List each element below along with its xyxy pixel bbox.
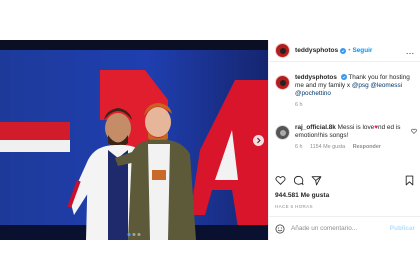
post-photo[interactable] xyxy=(0,40,268,240)
comment-icon[interactable] xyxy=(293,175,304,186)
reply-button[interactable]: Responder xyxy=(353,144,381,150)
photo-image xyxy=(0,40,268,240)
post-timestamp: HACE 6 HORAS xyxy=(275,204,313,209)
emoji-icon[interactable] xyxy=(275,224,285,234)
bookmark-icon[interactable] xyxy=(404,175,415,186)
add-comment-bar: Publicar xyxy=(269,216,420,240)
comment-username[interactable]: raj_official.8k xyxy=(295,124,336,131)
comment-text: Messi is love xyxy=(337,124,375,131)
username-link[interactable]: teddysphotos xyxy=(295,47,338,54)
like-icon[interactable] xyxy=(275,175,286,186)
comment: raj_official.8k Messi is love♥nd ed is e… xyxy=(275,124,417,151)
post-sidebar: teddysphotos • Seguir … teddysphotos Tha… xyxy=(268,40,420,240)
share-icon[interactable] xyxy=(311,175,322,186)
carousel-dot xyxy=(137,233,141,236)
avatar[interactable] xyxy=(275,75,290,90)
caption-time: 6 h xyxy=(295,102,303,108)
separator: • xyxy=(348,47,351,54)
carousel-dot xyxy=(127,233,131,236)
comment-likes[interactable]: 1154 Me gusta xyxy=(310,144,345,150)
chevron-right-icon xyxy=(257,137,261,144)
more-horizontal-icon[interactable]: … xyxy=(406,46,416,55)
post-actions xyxy=(275,173,415,187)
mention-link[interactable]: @psg xyxy=(352,82,369,89)
verified-badge-icon xyxy=(340,74,347,80)
verified-badge-icon xyxy=(340,47,347,54)
like-count[interactable]: 944.581 Me gusta xyxy=(275,192,329,199)
comment-time: 6 h xyxy=(295,144,303,150)
avatar[interactable] xyxy=(275,43,290,58)
caption-username[interactable]: teddysphotos xyxy=(295,74,337,81)
mention-link[interactable]: @leomessi xyxy=(370,82,402,89)
carousel-indicators xyxy=(127,233,141,236)
next-slide-button[interactable] xyxy=(253,135,264,146)
follow-button[interactable]: Seguir xyxy=(352,47,372,54)
post-header: teddysphotos • Seguir … xyxy=(269,40,420,62)
avatar[interactable] xyxy=(275,125,290,140)
publish-button[interactable]: Publicar xyxy=(390,225,415,232)
mention-link[interactable]: @pochettino xyxy=(295,90,331,97)
caption: teddysphotos Thank you for hosting me an… xyxy=(275,74,415,109)
add-comment-input[interactable] xyxy=(291,225,381,232)
carousel-dot xyxy=(132,233,136,236)
comment-like-icon[interactable] xyxy=(411,128,417,134)
instagram-post: teddysphotos • Seguir … teddysphotos Tha… xyxy=(0,40,420,240)
